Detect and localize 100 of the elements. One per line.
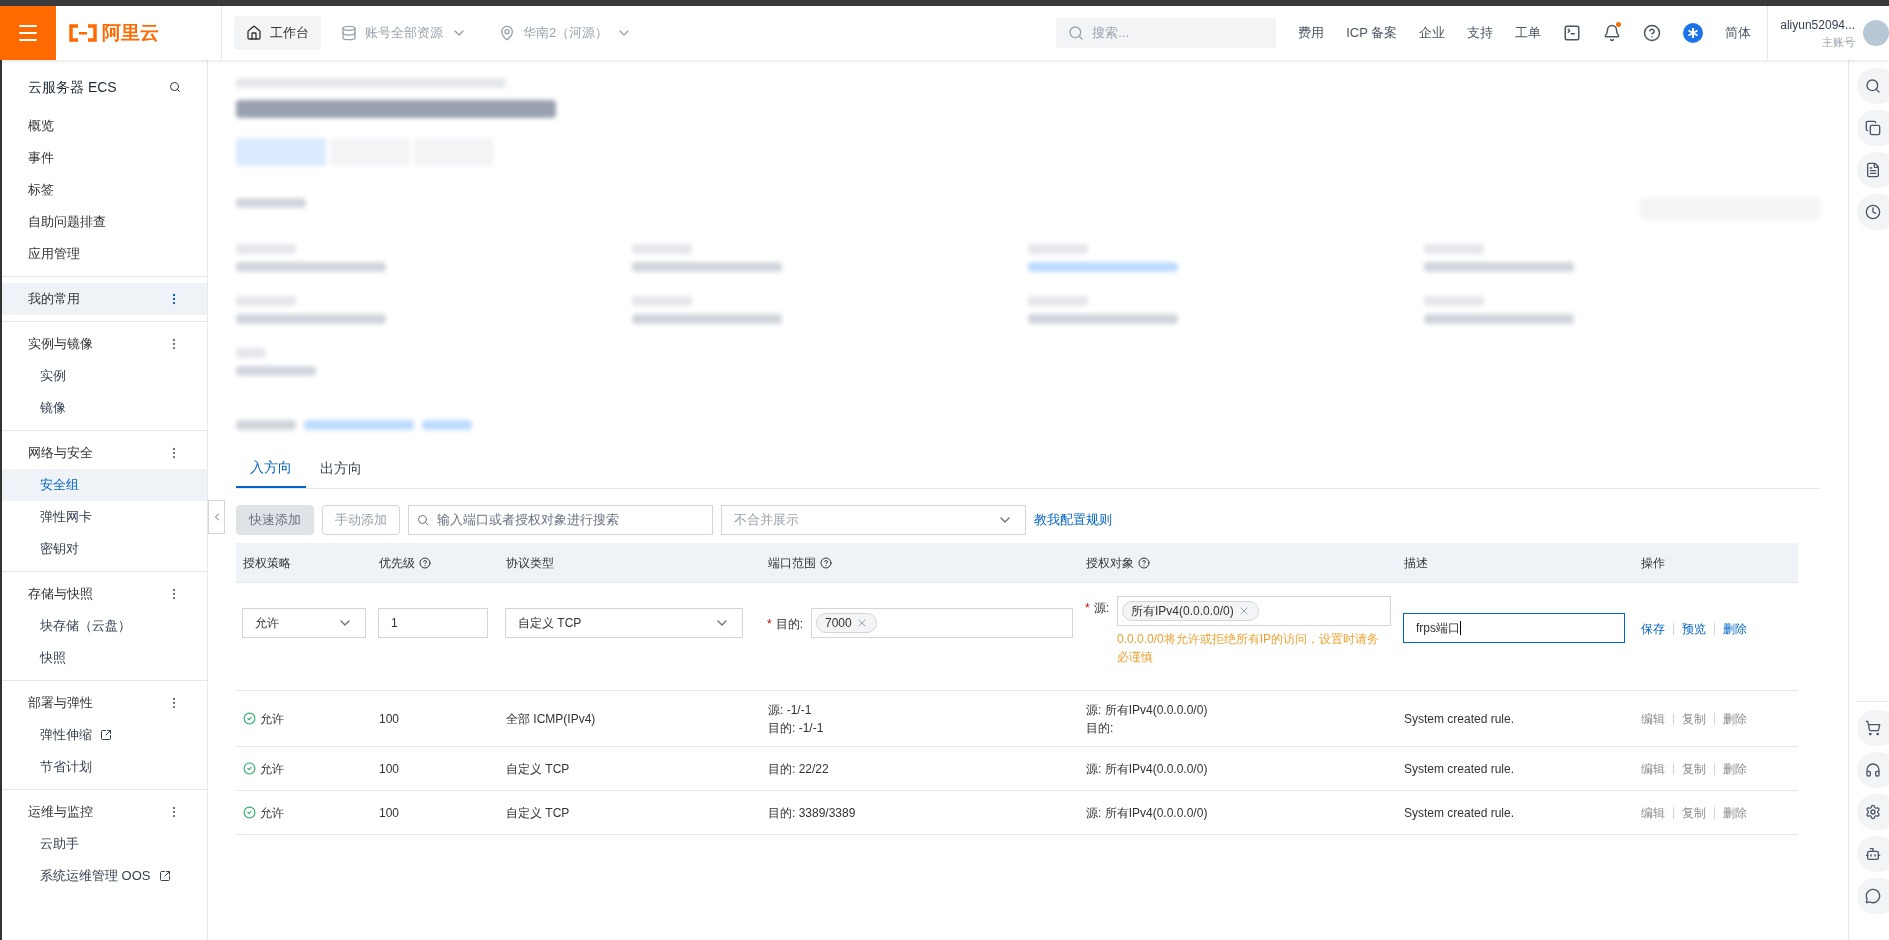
sidebar-item[interactable]: 块存储（云盘） [2,610,207,642]
blurred-text [1424,296,1484,306]
table-cell: 100 [379,805,400,820]
sidebar-group-header[interactable]: 实例与镜像 [2,328,207,360]
table-cell-text: 目的: [1086,719,1115,737]
table-cell-text: 源: -1/-1 [768,701,813,719]
top-link[interactable]: 费用 [1298,23,1325,43]
document-icon [1865,162,1881,178]
blurred-text [422,420,472,430]
menu-button[interactable] [0,6,56,60]
sidebar-item[interactable]: 概览 [2,110,207,142]
column-header: 协议类型 [506,554,554,572]
description-input[interactable]: frps端口 [1403,613,1625,643]
rail-button[interactable] [1857,710,1889,746]
table-cell-text: 允许 [260,804,284,822]
action-link[interactable]: 保存 [1641,620,1665,638]
top-link[interactable]: 支持 [1467,23,1494,43]
rail-button[interactable] [1857,878,1889,914]
rail-button[interactable] [1857,152,1889,188]
external-link-icon [158,870,171,882]
blurred-text [632,296,692,306]
blurred-text [236,198,306,208]
sidebar-item[interactable]: 事件 [2,142,207,174]
sidebar-item[interactable]: 标签 [2,174,207,206]
sidebar-item[interactable]: 弹性网卡 [2,501,207,533]
rule-search-field[interactable]: 输入端口或者授权对象进行搜索 [408,505,713,535]
rail-button[interactable] [1857,836,1889,872]
action-link[interactable]: 删除 [1723,620,1747,638]
column-header: 操作 [1641,554,1665,572]
sidebar-item[interactable]: 实例 [2,360,207,392]
column-header: 授权策略 [243,554,291,572]
help-icon[interactable] [419,556,431,569]
sidebar-item[interactable]: 安全组 [2,469,207,501]
table-cell-text: 源: 所有IPv4(0.0.0.0/0) [1086,760,1209,778]
tab[interactable]: 出方向 [306,448,376,488]
table-cell: 自定义 TCP [506,761,570,776]
language-link[interactable]: 简体 [1725,23,1752,43]
collapse-handle[interactable] [208,500,225,534]
check-icon [243,712,256,725]
help-icon[interactable] [820,556,832,569]
sidebar-item[interactable]: 自助问题排查 [2,206,207,238]
workbench-button[interactable]: 工作台 [234,16,321,50]
column-header: 端口范围 [768,554,816,572]
sidebar-item[interactable]: 系统运维管理 OOS [2,860,207,892]
blurred-text [632,244,692,254]
sidebar-item[interactable]: 密钥对 [2,533,207,565]
port-tag: 7000 [816,613,877,633]
sidebar-item[interactable]: 应用管理 [2,238,207,270]
priority-input[interactable]: 1 [378,608,488,638]
user-name[interactable]: aliyun52094... [1780,15,1855,34]
table-cell-text: 目的: -1/-1 [768,719,825,737]
sidebar-item[interactable]: 弹性伸缩 [2,719,207,751]
blurred-text [236,420,296,430]
rail-button[interactable] [1857,752,1889,788]
blurred-text [236,296,296,306]
table-cell-text: 允许 [260,760,284,778]
gear-icon [1865,804,1881,820]
help-link[interactable]: 教我配置规则 [1034,510,1112,530]
sidebar-item[interactable]: 节省计划 [2,751,207,783]
rail-button[interactable] [1857,68,1889,104]
sidebar-group-header[interactable]: 运维与监控 [2,796,207,828]
headset-icon [1865,762,1881,778]
notification-bell[interactable] [1603,24,1622,42]
sidebar-item[interactable]: 云助手 [2,828,207,860]
rail-button[interactable] [1857,194,1889,230]
search-icon[interactable] [169,81,181,93]
sidebar-group-header[interactable]: 我的常用 [2,283,207,315]
logo-text: 阿里云 [102,20,159,45]
blurred-text [236,348,266,358]
table-cell: System created rule. [1404,805,1515,820]
column-header: 描述 [1404,554,1428,572]
source-input[interactable]: 所有IPv4(0.0.0.0/0) [1117,596,1391,626]
terminal-icon[interactable] [1563,24,1582,42]
chat-icon [1865,888,1881,904]
help-icon[interactable] [1643,24,1662,42]
table-cell-text: 源: 所有IPv4(0.0.0.0/0) [1086,804,1209,822]
home-icon [246,25,262,41]
table-cell: 全部 ICMP(IPv4) [506,711,596,726]
assistant-icon[interactable] [1683,23,1704,43]
rail-button[interactable] [1857,794,1889,830]
rail-button[interactable] [1857,110,1889,146]
policy-select[interactable]: 允许 [242,608,366,638]
top-link[interactable]: ICP 备案 [1346,23,1398,43]
sidebar-item[interactable]: 快照 [2,642,207,674]
logo-icon [68,24,98,42]
user-role: 主账号 [1822,34,1855,50]
sidebar-group-header[interactable]: 网络与安全 [2,437,207,469]
sidebar-group-header[interactable]: 存储与快照 [2,578,207,610]
port-input[interactable]: 7000 [811,608,1073,638]
cart-icon [1865,720,1881,736]
sidebar-item[interactable]: 镜像 [2,392,207,424]
sidebar-group-header[interactable]: 部署与弹性 [2,687,207,719]
top-link[interactable]: 工单 [1515,23,1542,43]
help-icon[interactable] [1138,556,1150,569]
action-link[interactable]: 预览 [1682,620,1706,638]
blurred-text [1028,244,1088,254]
protocol-select[interactable]: 自定义 TCP [505,608,743,638]
tab[interactable]: 入方向 [236,448,306,488]
database-icon [341,25,357,41]
top-link[interactable]: 企业 [1419,23,1446,43]
